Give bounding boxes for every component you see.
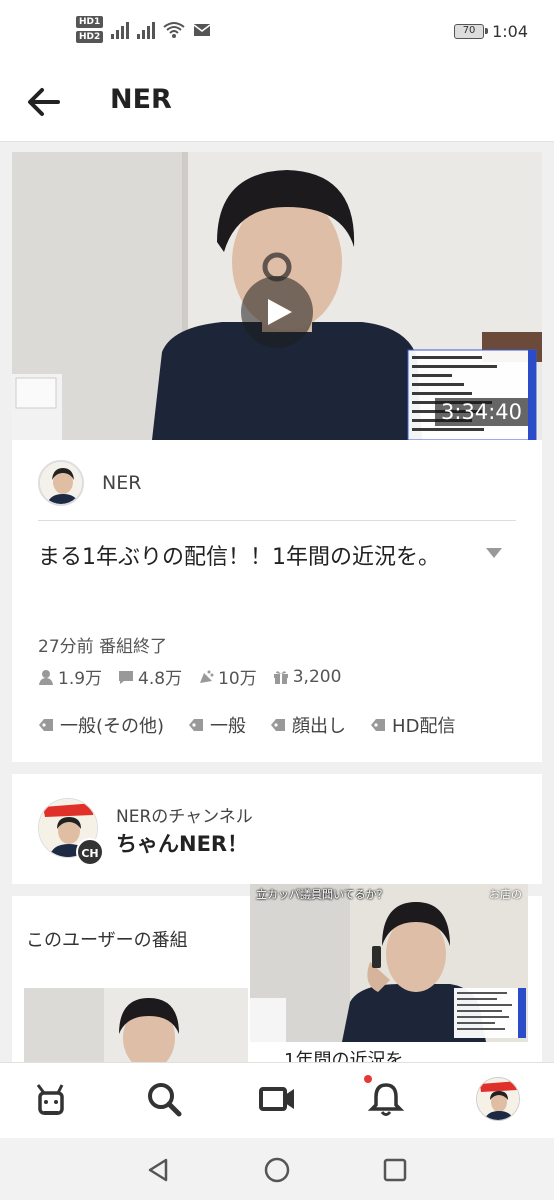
notification-dot (364, 1075, 372, 1083)
hd1-badge: HD1 (76, 16, 104, 28)
home-character-icon[interactable] (28, 1077, 72, 1121)
channel-avatar[interactable] (38, 460, 84, 506)
comment-icon (119, 670, 134, 684)
tag-icon (39, 719, 53, 731)
status-right: 70 1:04 (454, 22, 528, 41)
tag-item[interactable]: 一般 (188, 712, 246, 738)
system-home-icon[interactable] (263, 1156, 291, 1184)
tag-label[interactable]: HD配信 (392, 712, 455, 738)
divider (38, 520, 516, 521)
page-title: NER (110, 84, 172, 115)
system-navigation (0, 1138, 554, 1200)
status-bar: HD1 HD2 70 1:04 (0, 0, 554, 68)
mail-icon (193, 23, 211, 36)
program-status: 27分前 番組終了 (38, 637, 168, 657)
system-recents-icon[interactable] (381, 1156, 409, 1184)
gift-icon (273, 670, 288, 684)
channel-card[interactable]: CH NERのチャンネル ちゃんNER！ (12, 774, 542, 884)
wifi-icon (163, 21, 185, 38)
bell-icon[interactable] (364, 1077, 408, 1121)
hd2-badge: HD2 (76, 31, 104, 43)
thumbnail-image (12, 152, 542, 440)
system-back-icon[interactable] (144, 1156, 172, 1184)
tag-item[interactable]: 一般(その他) (38, 712, 164, 738)
tag-item[interactable]: 顔出し (270, 712, 346, 738)
tag-label[interactable]: 一般(その他) (60, 712, 164, 738)
pip-comment: 立カッパ議員聞いてるか？ (256, 888, 388, 901)
program-title: まる1年ぶりの配信！！1年間の近況を。 (38, 545, 440, 570)
pip-video (250, 884, 528, 1042)
ads-count: 10万 (218, 669, 257, 689)
bottom-navigation (0, 1062, 554, 1138)
video-camera-icon[interactable] (256, 1077, 300, 1121)
back-arrow-icon[interactable] (24, 82, 64, 122)
comments-count: 4.8万 (138, 669, 183, 689)
program-thumbnail[interactable] (24, 988, 248, 1064)
pip-player[interactable]: 立カッパ議員聞いてるか？ お店の (250, 884, 528, 1042)
tag-icon (271, 719, 286, 731)
clock: 1:04 (492, 22, 528, 41)
search-icon[interactable] (142, 1077, 186, 1121)
signal-2-icon (137, 21, 156, 39)
pip-comment-2: お店の (489, 888, 522, 901)
status-left: HD1 HD2 (76, 16, 211, 43)
channel-badge: CH (76, 838, 104, 866)
tag-label[interactable]: 顔出し (292, 712, 346, 738)
tag-label[interactable]: 一般 (210, 712, 246, 738)
chevron-down-icon[interactable] (486, 548, 502, 558)
person-icon (39, 669, 53, 685)
video-duration: 3:34:40 (435, 398, 528, 426)
channel-row[interactable]: NER (38, 460, 141, 506)
comments-stat: 4.8万 (118, 664, 182, 689)
channel-title[interactable]: ちゃんNER！ (116, 828, 248, 858)
app-header: NER (0, 68, 554, 142)
section-title: このユーザーの番組 (26, 930, 188, 951)
ads-stat: 10万 (198, 664, 257, 689)
program-card[interactable]: 3:34:40 NER まる1年ぶりの配信！！1年間の近況を。 27分前 番組終… (12, 152, 542, 762)
gifts-stat: 3,200 (273, 664, 342, 689)
hd-indicators: HD1 HD2 (76, 16, 104, 43)
signal-icon (111, 21, 130, 39)
video-thumbnail[interactable]: 3:34:40 (12, 152, 542, 440)
profile-avatar[interactable] (476, 1077, 520, 1121)
tag-icon (371, 719, 386, 731)
program-stats: 1.9万 4.8万 10万 3,200 (38, 664, 341, 689)
tag-list: 一般(その他) 一般 顔出し HD配信 (38, 712, 455, 738)
battery-icon: 70 (454, 24, 489, 39)
megaphone-icon (200, 670, 214, 683)
channel-name[interactable]: NER (102, 472, 141, 494)
viewers-count: 1.9万 (58, 669, 103, 689)
tag-icon (189, 719, 204, 731)
channel-subtitle: NERのチャンネル (116, 807, 253, 827)
tag-item[interactable]: HD配信 (370, 712, 455, 738)
viewers-stat: 1.9万 (38, 664, 102, 689)
gifts-count: 3,200 (292, 666, 342, 687)
